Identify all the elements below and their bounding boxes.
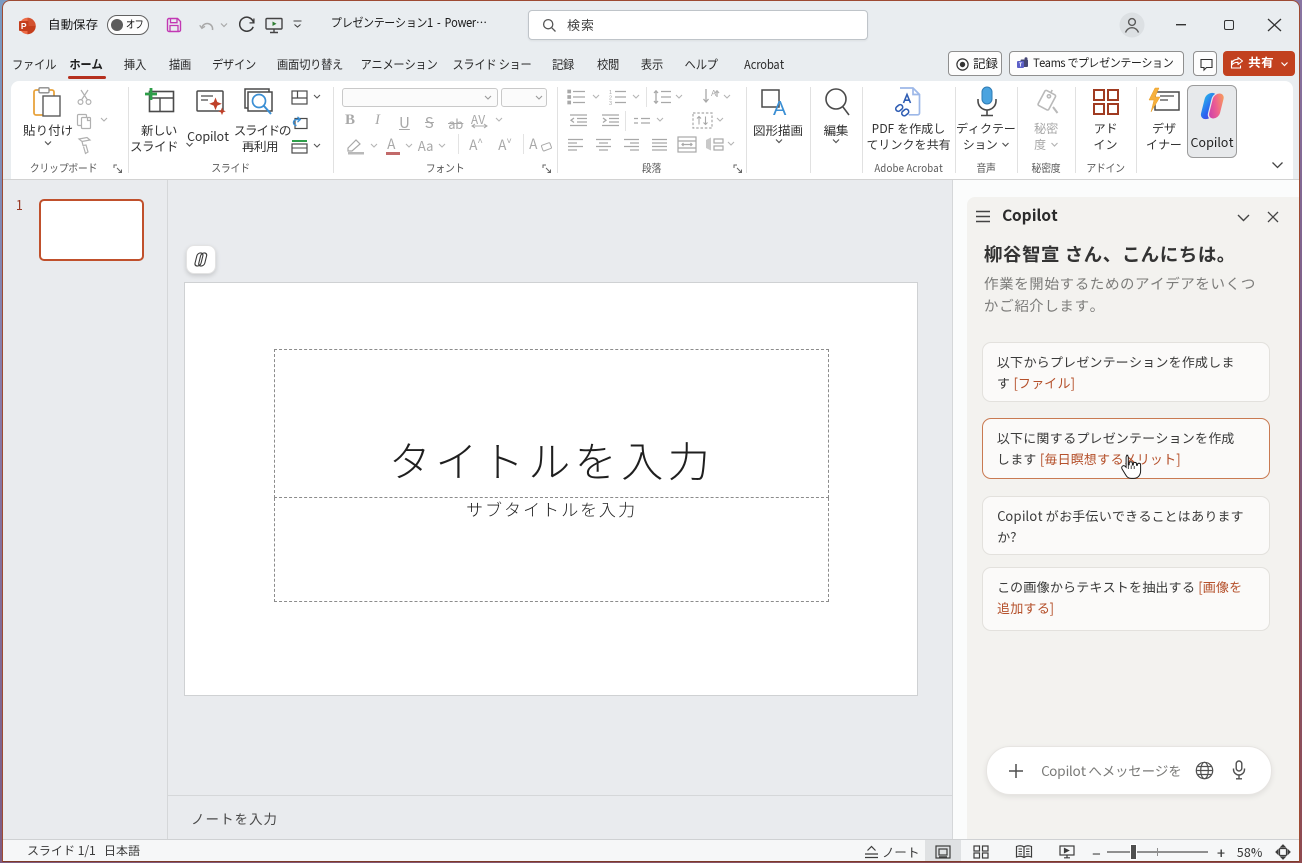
svg-text:P: P [21, 21, 27, 31]
svg-text:A: A [773, 98, 787, 120]
